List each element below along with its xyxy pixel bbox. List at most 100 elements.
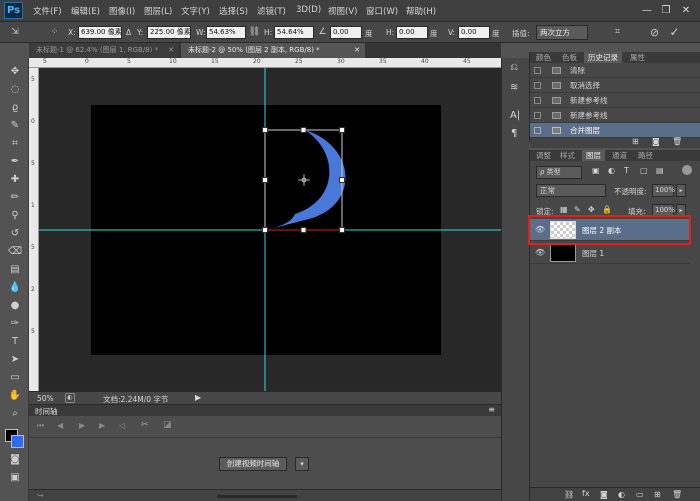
tab-styles[interactable]: 样式: [556, 150, 579, 161]
history-item[interactable]: 新建参考线: [530, 108, 700, 123]
x-field[interactable]: 639.00 像素: [78, 26, 122, 39]
tab-untitled-1[interactable]: 未标题-1 @ 62.4% (图层 1, RGB/8) * ✕: [29, 43, 179, 58]
menu-view[interactable]: 视图(V): [328, 5, 357, 17]
move-tool-icon[interactable]: ✥: [7, 64, 23, 80]
crop-tool-icon[interactable]: ⌗: [7, 136, 23, 152]
lock-position-icon[interactable]: ✥: [588, 205, 595, 214]
warp-icon[interactable]: ⌗: [611, 26, 624, 39]
filter-pixel-icon[interactable]: ▣: [592, 166, 600, 175]
history-panel-icon[interactable]: ⎌: [510, 62, 518, 73]
convert-icon[interactable]: ↪: [37, 491, 44, 500]
menu-file[interactable]: 文件(F): [33, 5, 62, 17]
opacity-dropdown[interactable]: ▸: [676, 184, 686, 197]
audio-icon[interactable]: ◁: [119, 421, 125, 430]
menu-select[interactable]: 选择(S): [219, 5, 248, 17]
create-video-timeline-button[interactable]: 创建视频时间轴: [219, 457, 287, 471]
path-select-tool-icon[interactable]: ➤: [7, 352, 23, 368]
layer-style-icon[interactable]: fx: [582, 489, 590, 498]
snapshot-icon[interactable]: ◙: [652, 137, 660, 146]
zoom-level[interactable]: 50%: [37, 394, 54, 403]
filter-adjust-icon[interactable]: ◐: [608, 166, 615, 175]
history-item[interactable]: 新建参考线: [530, 93, 700, 108]
filter-type-icon[interactable]: T: [624, 166, 629, 175]
menu-window[interactable]: 窗口(W): [366, 5, 398, 17]
new-group-icon[interactable]: ▭: [636, 490, 644, 499]
healing-tool-icon[interactable]: ✚: [7, 172, 23, 188]
quick-mask-icon[interactable]: ◙: [7, 452, 23, 468]
lock-transparent-icon[interactable]: ▦: [560, 205, 568, 214]
brush-tool-icon[interactable]: ✏: [7, 190, 23, 206]
stamp-tool-icon[interactable]: ⚲: [7, 208, 23, 224]
type-tool-icon[interactable]: T: [7, 334, 23, 350]
interp-select[interactable]: 两次立方: [536, 25, 588, 40]
commit-icon[interactable]: ✓: [668, 26, 681, 39]
close-window-button[interactable]: ✕: [677, 4, 695, 17]
cancel-icon[interactable]: ⊘: [648, 26, 661, 39]
restore-button[interactable]: ❐: [657, 4, 675, 17]
menu-3d[interactable]: 3D(D): [296, 5, 321, 15]
tab-channels[interactable]: 通道: [608, 150, 631, 161]
link-icon[interactable]: ⛓: [248, 26, 261, 39]
filter-shape-icon[interactable]: ▢: [640, 166, 648, 175]
adjustment-layer-icon[interactable]: ◐: [618, 490, 625, 499]
history-checkbox[interactable]: [534, 112, 541, 119]
timeline-zoom-slider[interactable]: [217, 495, 297, 498]
prev-frame-icon[interactable]: ◀: [57, 421, 63, 430]
close-icon[interactable]: ✕: [354, 43, 360, 58]
menu-edit[interactable]: 编辑(E): [71, 5, 100, 17]
history-checkbox[interactable]: [534, 127, 541, 134]
y-field[interactable]: 225.00 像素: [147, 26, 191, 39]
character-panel-icon[interactable]: A|: [510, 110, 520, 121]
menu-filter[interactable]: 滤镜(T): [257, 5, 286, 17]
quick-select-tool-icon[interactable]: ✎: [7, 118, 23, 134]
menu-layer[interactable]: 图层(L): [144, 5, 172, 17]
vskew-field[interactable]: 0.00: [458, 26, 490, 39]
timeline-dropdown-button[interactable]: ▾: [295, 457, 309, 471]
eyedropper-tool-icon[interactable]: ✒: [7, 154, 23, 170]
delete-layer-icon[interactable]: 🗑: [672, 490, 682, 499]
history-item[interactable]: 清除: [530, 63, 700, 78]
filter-toggle-icon[interactable]: [682, 165, 692, 175]
history-checkbox[interactable]: [534, 97, 541, 104]
blend-mode-select[interactable]: 正常: [536, 184, 606, 197]
link-layers-icon[interactable]: ⛓: [564, 490, 574, 499]
paragraph-panel-icon[interactable]: ¶: [511, 128, 517, 139]
split-icon[interactable]: ✂: [141, 420, 149, 430]
history-checkbox[interactable]: [534, 67, 541, 74]
trash-icon[interactable]: 🗑: [672, 137, 682, 146]
play-icon[interactable]: ▶: [79, 421, 85, 430]
history-item-selected[interactable]: 合并图层: [530, 123, 700, 138]
layer-row[interactable]: 👁 图层 1: [530, 242, 690, 264]
hand-tool-icon[interactable]: ✋: [7, 388, 23, 404]
background-color-swatch[interactable]: [11, 435, 24, 448]
menu-type[interactable]: 文字(Y): [181, 5, 210, 17]
brush-settings-icon[interactable]: ≋: [510, 82, 518, 93]
close-icon[interactable]: ✕: [168, 43, 174, 58]
history-checkbox[interactable]: [534, 82, 541, 89]
eye-icon[interactable]: 👁: [535, 248, 545, 257]
new-layer-icon[interactable]: ⊞: [654, 490, 661, 499]
layer-filter-select[interactable]: ρ 类型: [536, 166, 582, 179]
new-document-icon[interactable]: ⊞: [632, 137, 639, 146]
minimize-button[interactable]: —: [638, 4, 656, 17]
panel-menu-icon[interactable]: ≡: [488, 405, 495, 414]
tab-untitled-2[interactable]: 未标题-2 @ 50% (图层 2 副本, RGB/8) * ✕: [181, 43, 365, 58]
tab-swatches[interactable]: 色板: [558, 52, 581, 63]
dodge-tool-icon[interactable]: ●: [7, 298, 23, 314]
tab-history[interactable]: 历史记录: [584, 52, 622, 63]
marquee-tool-icon[interactable]: ◌: [7, 82, 23, 98]
layer-name[interactable]: 图层 1: [582, 248, 604, 259]
status-menu-icon[interactable]: ◐: [65, 393, 75, 403]
shape-tool-icon[interactable]: ▭: [7, 370, 23, 386]
gradient-tool-icon[interactable]: ▤: [7, 262, 23, 278]
zoom-tool-icon[interactable]: ⌕: [7, 406, 23, 422]
tab-layers[interactable]: 图层: [582, 150, 605, 161]
pen-tool-icon[interactable]: ✑: [7, 316, 23, 332]
filter-smart-icon[interactable]: ▤: [656, 166, 664, 175]
opacity-field[interactable]: 100%: [652, 184, 675, 197]
next-frame-icon[interactable]: ▶: [99, 421, 105, 430]
first-frame-icon[interactable]: ⏮: [37, 421, 44, 431]
screen-mode-icon[interactable]: ▣: [7, 470, 23, 486]
menu-image[interactable]: 图像(I): [109, 5, 135, 17]
add-mask-icon[interactable]: ◙: [600, 490, 608, 499]
